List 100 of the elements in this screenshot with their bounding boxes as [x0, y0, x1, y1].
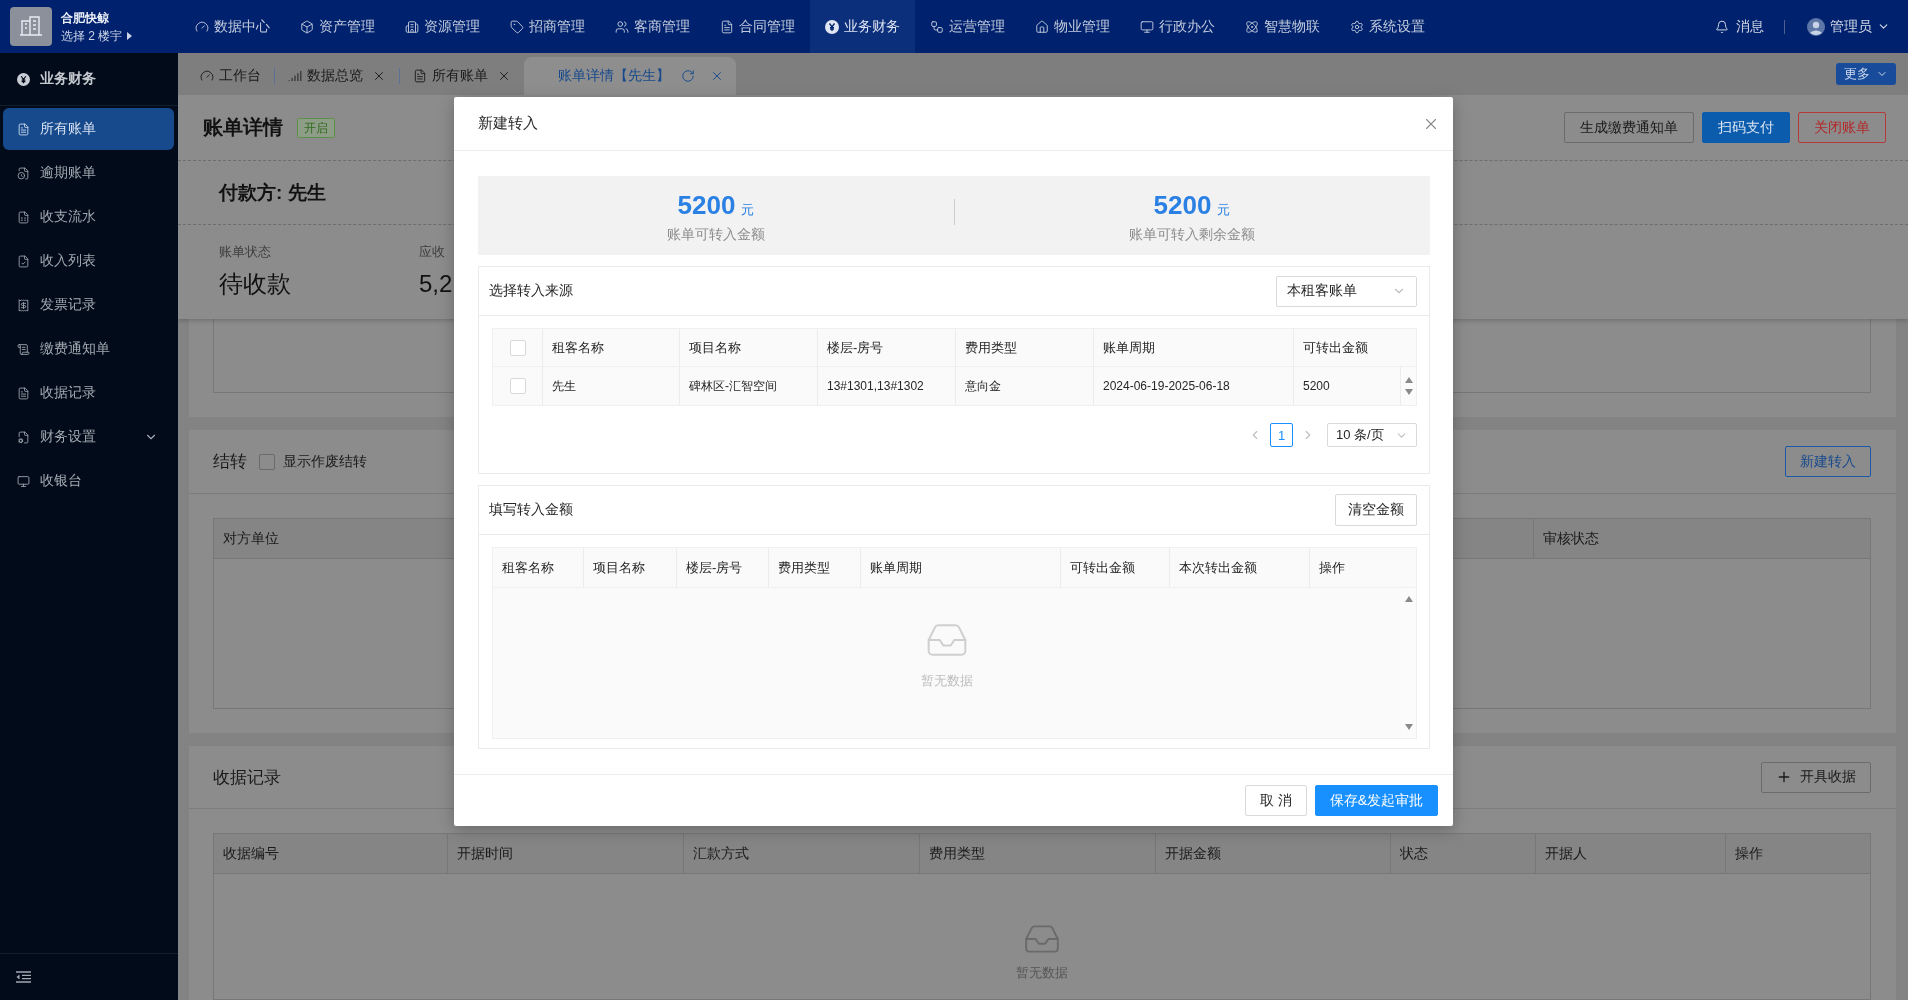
column-header: 状态: [1391, 834, 1536, 873]
nav-item[interactable]: 客商管理: [600, 0, 705, 53]
caret-right-icon: [127, 31, 133, 40]
gauge-icon: [200, 69, 214, 83]
nav-item[interactable]: 行政办公: [1125, 0, 1230, 53]
action-button[interactable]: 生成缴费通知单: [1564, 112, 1694, 143]
tab[interactable]: 数据总览: [275, 57, 399, 95]
column-header: 开据金额: [1156, 834, 1391, 873]
sidebar-item[interactable]: 收据记录: [3, 372, 174, 414]
scroll-down-icon: [1404, 389, 1413, 395]
issue-receipt-button[interactable]: 开具收据: [1761, 761, 1871, 793]
sidebar-item[interactable]: 财务设置: [3, 416, 174, 458]
action-button[interactable]: 扫码支付: [1702, 112, 1790, 143]
avatar-icon: [1807, 17, 1825, 36]
plus-icon: [1776, 769, 1792, 785]
nav-item[interactable]: 系统设置: [1335, 0, 1440, 53]
column-header: 费用类型: [920, 834, 1156, 873]
column-header: 费用类型: [956, 329, 1094, 366]
table-cell: 意向金: [956, 367, 1094, 405]
document-icon: [413, 69, 427, 83]
sidebar-item[interactable]: 收入列表: [3, 240, 174, 282]
sidebar-item[interactable]: 逾期账单: [3, 152, 174, 194]
column-header: 审核状态: [1542, 528, 1600, 548]
sidebar-title: 业务财务: [40, 70, 96, 88]
gauge-icon: [195, 19, 209, 34]
amount-unit: 元: [1217, 201, 1231, 219]
nav-item[interactable]: 运营管理: [915, 0, 1020, 53]
user-menu[interactable]: 管理员: [1807, 17, 1890, 36]
more-button[interactable]: 更多: [1836, 63, 1896, 85]
scroll-up-icon: [1404, 377, 1413, 383]
collapse-menu-icon[interactable]: [16, 971, 31, 983]
nav-item[interactable]: 招商管理: [495, 0, 600, 53]
yen-icon: [825, 19, 839, 34]
scroll-icon: [17, 342, 30, 356]
bell-icon: [1715, 19, 1729, 34]
section-title: 填写转入金额: [489, 501, 573, 519]
workflow-icon: [930, 19, 944, 34]
amount-label: 账单可转入金额: [667, 226, 765, 244]
atom-icon: [1245, 19, 1259, 34]
document-icon: [720, 19, 734, 34]
nav-item[interactable]: 资产管理: [285, 0, 390, 53]
brand-name: 合肥快鲸: [61, 10, 109, 25]
tab[interactable]: 所有账单: [400, 57, 524, 95]
building-select[interactable]: 选择 2 楼宇: [61, 28, 133, 43]
nav-item[interactable]: 物业管理: [1020, 0, 1125, 53]
checkbox-label: 显示作废结转: [283, 452, 367, 471]
source-select[interactable]: 本租客账单: [1276, 275, 1417, 307]
sidebar-item[interactable]: 收支流水: [3, 196, 174, 238]
column-header: 可转出金额: [1302, 338, 1369, 357]
close-icon[interactable]: [497, 69, 511, 83]
column-header: 项目名称: [680, 329, 818, 366]
document-icon: [17, 122, 30, 136]
column-header: 操作: [1318, 558, 1346, 577]
page-size-select[interactable]: 10 条/页: [1327, 423, 1417, 447]
building-icon: [405, 19, 419, 34]
amount-value: 5200: [1153, 191, 1212, 219]
nav-item[interactable]: 业务财务: [810, 0, 915, 53]
field-value: 5,2: [419, 269, 453, 299]
section-title: 收据记录: [213, 766, 281, 789]
settings-icon: [1350, 19, 1364, 34]
scroll-up-icon: [1404, 596, 1413, 602]
payer-name: 付款方: 先生: [219, 180, 326, 205]
nav-item[interactable]: 合同管理: [705, 0, 810, 53]
messages-button[interactable]: 消息: [1715, 17, 1764, 36]
column-header: 费用类型: [769, 548, 861, 587]
clear-amount-button[interactable]: 清空金额: [1335, 494, 1417, 526]
table-row[interactable]: 先生 碑林区-汇智空间 13#1301,13#1302 意向金 2024-06-19-2025-06-18 5200: [492, 367, 1417, 406]
spreadsheet-icon: [17, 210, 30, 224]
sidebar-item[interactable]: 缴费通知单: [3, 328, 174, 370]
receipt-icon: [17, 298, 30, 312]
nav-item[interactable]: 智慧物联: [1230, 0, 1335, 53]
nav-item[interactable]: 数据中心: [180, 0, 285, 53]
sidebar-item[interactable]: 所有账单: [3, 108, 174, 150]
table-cell: 先生: [543, 367, 680, 405]
close-icon[interactable]: [710, 69, 724, 83]
column-header: 收据编号: [214, 834, 448, 873]
amount-unit: 元: [741, 201, 755, 219]
nav-item[interactable]: 资源管理: [390, 0, 495, 53]
checkbox[interactable]: [259, 453, 275, 470]
column-header: 开据时间: [448, 834, 684, 873]
field-label: 应收: [419, 243, 445, 261]
refresh-icon[interactable]: [681, 69, 695, 83]
monitor-icon: [17, 474, 30, 488]
tag-icon: [510, 19, 524, 34]
column-header: 本次转出金额: [1170, 548, 1310, 587]
empty-text: 暂无数据: [921, 672, 973, 690]
tab[interactable]: 工作台: [187, 57, 274, 95]
column-header: 项目名称: [584, 548, 677, 587]
column-header: 账单周期: [1094, 329, 1294, 366]
monitor-icon: [1140, 19, 1154, 34]
section-title: 选择转入来源: [489, 282, 573, 300]
amount-value: 5200: [677, 191, 736, 219]
house-icon: [1035, 19, 1049, 34]
table-cell: 碑林区-汇智空间: [680, 367, 818, 405]
status-tag: 开启: [297, 117, 335, 138]
sidebar-item[interactable]: 收银台: [3, 460, 174, 502]
column-header: 汇款方式: [684, 834, 920, 873]
sidebar-item[interactable]: 发票记录: [3, 284, 174, 326]
cancel-button[interactable]: 取 消: [1244, 785, 1307, 816]
close-icon[interactable]: [372, 69, 386, 83]
